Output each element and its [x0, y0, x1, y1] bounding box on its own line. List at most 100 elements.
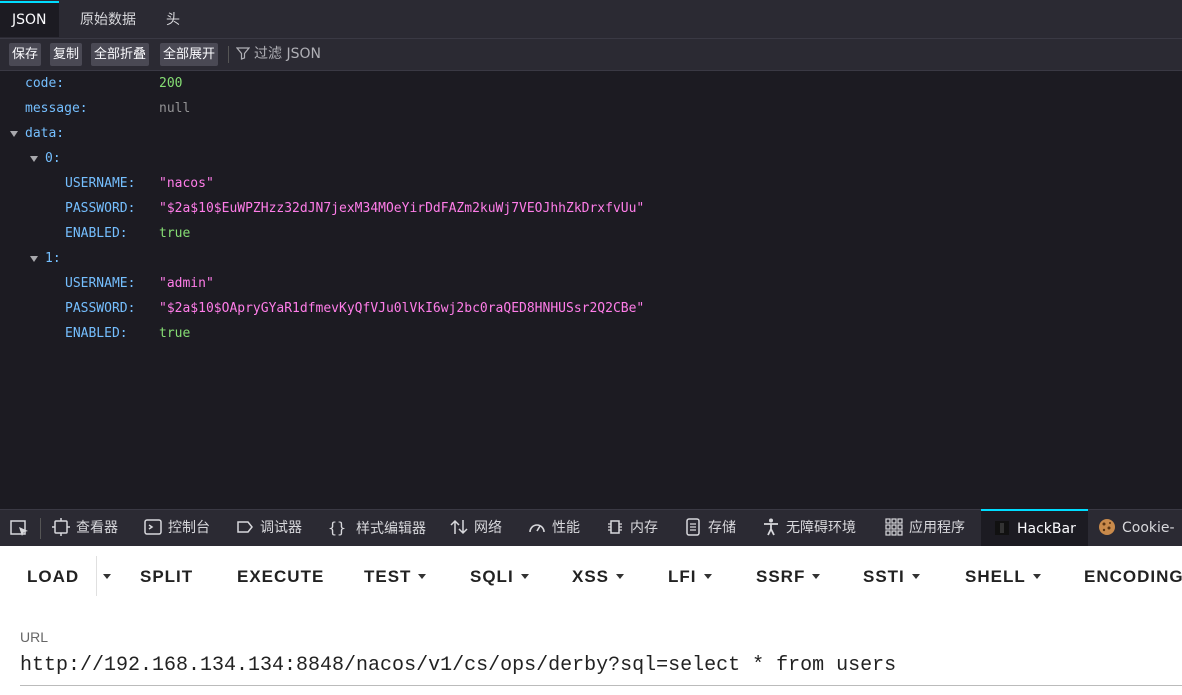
save-button[interactable]: 保存	[9, 43, 42, 66]
chevron-down-icon	[812, 574, 821, 579]
toolbar-divider	[228, 46, 229, 63]
json-value-password: "$2a$10$OApryGYaR1dfmevKyQfVJu0lVkI6wj2b…	[159, 301, 645, 316]
chevron-down-icon	[1032, 574, 1041, 579]
split-button[interactable]: SPLIT	[140, 557, 193, 597]
tab-label: 性能	[552, 520, 580, 536]
tab-application[interactable]: 应用程序	[885, 510, 965, 547]
json-value-enabled: true	[159, 326, 191, 341]
button-label: SQLI	[470, 567, 514, 586]
tab-performance[interactable]: 性能	[528, 510, 580, 547]
json-value-password: "$2a$10$EuWPZHzz32dJN7jexM34MOeYirDdFAZm…	[159, 201, 645, 216]
filter-placeholder: 过滤 JSON	[254, 46, 321, 62]
ssti-menu-button[interactable]: SSTI	[863, 557, 920, 597]
tab-debugger[interactable]: 调试器	[236, 510, 302, 547]
json-key-enabled: ENABLED:	[65, 226, 128, 241]
filter-icon	[236, 47, 250, 60]
tab-label: 内存	[630, 520, 658, 536]
sqli-menu-button[interactable]: SQLI	[470, 557, 529, 597]
json-key-data[interactable]: data:	[25, 121, 64, 146]
tab-label: 查看器	[76, 520, 118, 536]
lfi-menu-button[interactable]: LFI	[668, 557, 712, 597]
chevron-down-icon	[911, 574, 920, 579]
chevron-down-icon	[520, 574, 529, 579]
hackbar-icon	[995, 521, 1009, 535]
button-label: SHELL	[965, 567, 1026, 586]
json-key-username: USERNAME:	[65, 276, 136, 291]
hackbar-panel: LOAD SPLIT EXECUTE TEST SQLI XSS LFI SSR…	[0, 546, 1182, 695]
tab-hackbar[interactable]: HackBar	[981, 509, 1088, 546]
json-key-code: code:	[25, 76, 65, 91]
button-label: SSTI	[863, 567, 905, 586]
json-key-message: message:	[25, 101, 88, 116]
tab-storage[interactable]: 存储	[684, 510, 736, 547]
storage-icon	[686, 518, 700, 536]
tab-accessibility[interactable]: 无障碍环境	[762, 510, 856, 547]
devtools-toolbar: 查看器 控制台 调试器 {} 样式编辑器 网络 性能 内存 存储 无障碍环境 应用…	[0, 509, 1182, 547]
tab-style-editor[interactable]: {} 样式编辑器	[328, 510, 426, 547]
collapse-all-button[interactable]: 全部折叠	[91, 43, 150, 66]
button-label: TEST	[364, 567, 412, 586]
expand-all-button[interactable]: 全部展开	[160, 43, 219, 66]
test-menu-button[interactable]: TEST	[364, 557, 427, 597]
json-value-username: "admin"	[159, 276, 214, 291]
debugger-icon	[237, 521, 253, 533]
button-label: LFI	[668, 567, 697, 586]
chevron-down-icon	[418, 574, 427, 579]
devtools-divider	[40, 518, 41, 539]
expand-toggle-icon[interactable]	[30, 256, 38, 262]
json-key-password: PASSWORD:	[65, 301, 136, 316]
json-key-index-1[interactable]: 1:	[45, 246, 61, 271]
viewer-tab-bar: JSON 原始数据 头	[0, 0, 1182, 39]
tab-label: 网络	[474, 520, 502, 536]
tab-label: 控制台	[168, 520, 210, 536]
expand-toggle-icon[interactable]	[10, 131, 18, 137]
load-dropdown-button[interactable]	[101, 557, 115, 597]
chevron-down-icon	[703, 574, 712, 579]
braces-icon: {}	[328, 519, 347, 537]
network-arrows-icon	[450, 519, 468, 535]
json-value-enabled: true	[159, 226, 191, 241]
button-label: SSRF	[756, 567, 806, 586]
json-key-index-0[interactable]: 0:	[45, 146, 61, 171]
shell-menu-button[interactable]: SHELL	[965, 557, 1041, 597]
filter-json-input[interactable]: 过滤 JSON	[236, 43, 321, 66]
tab-memory[interactable]: 内存	[606, 510, 658, 547]
encoding-menu-button[interactable]: ENCODING	[1084, 557, 1182, 597]
tab-label: 样式编辑器	[356, 521, 426, 537]
json-key-password: PASSWORD:	[65, 201, 136, 216]
tab-network[interactable]: 网络	[450, 510, 502, 547]
chevron-down-icon	[103, 574, 111, 579]
tab-console[interactable]: 控制台	[144, 510, 210, 547]
tab-inspector[interactable]: 查看器	[52, 510, 118, 547]
json-value-code: 200	[159, 76, 183, 91]
tab-label: 存储	[708, 520, 736, 536]
inspector-icon	[52, 518, 70, 536]
xss-menu-button[interactable]: XSS	[572, 557, 625, 597]
tab-cookie-editor[interactable]: Cookie-	[1098, 510, 1175, 547]
tab-label: 应用程序	[909, 520, 965, 536]
memory-chip-icon	[608, 520, 622, 534]
json-key-username: USERNAME:	[65, 176, 136, 191]
tab-headers[interactable]: 头	[154, 3, 192, 37]
json-value-username: "nacos"	[159, 176, 214, 191]
cookie-icon	[1099, 519, 1115, 535]
json-key-enabled: ENABLED:	[65, 326, 128, 341]
url-label: URL	[20, 629, 49, 645]
expand-toggle-icon[interactable]	[30, 156, 38, 162]
element-picker-icon[interactable]	[10, 520, 30, 538]
load-divider	[96, 556, 97, 596]
json-toolbar: 保存 复制 全部折叠 全部展开 过滤 JSON	[0, 39, 1182, 71]
tab-label: 调试器	[260, 520, 302, 536]
tab-label: HackBar	[1017, 521, 1076, 537]
tab-json[interactable]: JSON	[0, 1, 59, 37]
url-input[interactable]: http://192.168.134.134:8848/nacos/v1/cs/…	[20, 654, 896, 677]
execute-button[interactable]: EXECUTE	[237, 557, 324, 597]
app-grid-icon	[885, 518, 903, 536]
ssrf-menu-button[interactable]: SSRF	[756, 557, 821, 597]
load-button[interactable]: LOAD	[27, 557, 79, 597]
copy-button[interactable]: 复制	[50, 43, 83, 66]
gauge-icon	[529, 524, 545, 533]
json-value-message: null	[159, 101, 191, 116]
chevron-down-icon	[616, 574, 625, 579]
tab-raw-data[interactable]: 原始数据	[68, 3, 148, 37]
